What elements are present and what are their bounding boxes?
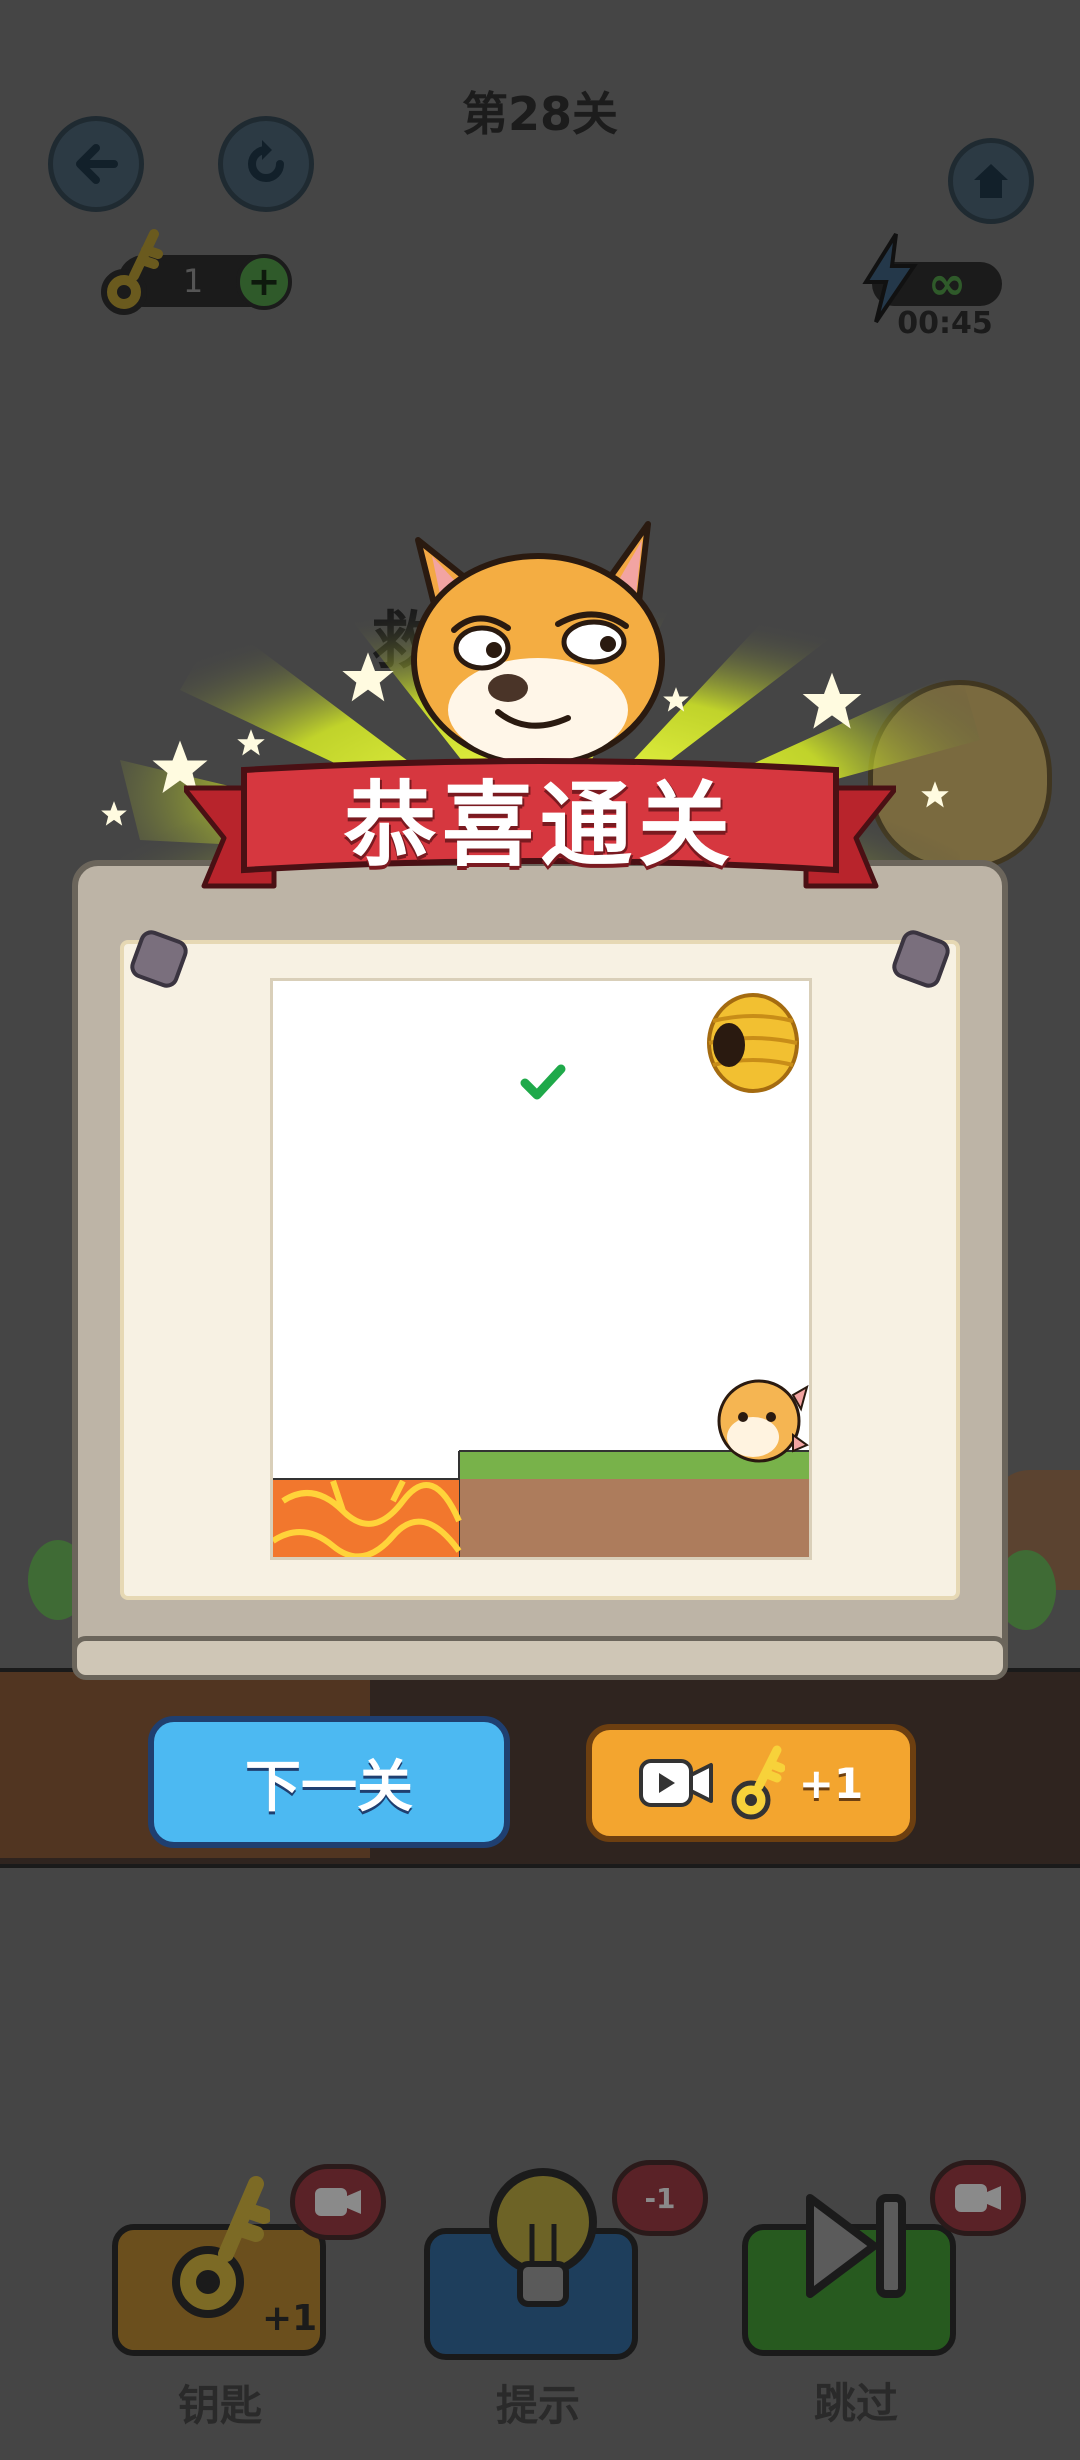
video-icon <box>955 2184 1001 2212</box>
skip-icon <box>806 2194 906 2298</box>
next-level-label: 下一关 <box>245 1754 413 1820</box>
key-tool-label: 钥匙 <box>177 2381 262 2430</box>
shiba-mascot <box>411 521 665 767</box>
star-icon <box>342 652 394 702</box>
level-preview <box>270 978 812 1560</box>
banner-title: 恭喜通关 <box>343 771 736 879</box>
back-arrow-icon <box>76 144 118 184</box>
level-preview-scene <box>273 993 809 1557</box>
dirt-block <box>459 1479 809 1557</box>
video-icon <box>638 1759 713 1807</box>
key-video-badge <box>290 2164 386 2240</box>
plus-icon: + <box>247 259 281 305</box>
beehive <box>707 993 799 1093</box>
reward-label: +1 <box>798 1758 864 1808</box>
star-icon <box>237 729 265 756</box>
hint-cost-badge: -1 <box>612 2160 708 2236</box>
lightbulb-icon <box>489 2168 597 2307</box>
star-icon <box>802 672 862 729</box>
star-icon <box>101 801 127 826</box>
restart-icon <box>248 140 284 182</box>
skip-tool-label: 跳过 <box>813 2379 898 2428</box>
level-title: 第28关 <box>461 87 618 141</box>
timer: 00:45 <box>897 306 993 341</box>
key-count: 1 <box>182 262 204 300</box>
dialog-frame-bottom <box>72 1636 1008 1680</box>
energy-infinite: ∞ <box>927 256 967 310</box>
add-keys-button[interactable]: + <box>236 254 292 310</box>
skip-video-badge <box>930 2160 1026 2236</box>
key-icon <box>101 229 163 315</box>
key-bonus: +1 <box>262 2298 318 2339</box>
back-button[interactable] <box>48 116 144 212</box>
video-icon <box>315 2188 361 2216</box>
key-icon <box>731 1745 785 1820</box>
preview-dog <box>717 1379 809 1463</box>
congrats-banner-text: 恭喜通关 <box>240 762 840 879</box>
home-icon <box>974 164 1008 198</box>
checkmark-icon <box>520 1064 566 1100</box>
star-icon <box>921 781 949 808</box>
hint-tool-label: 提示 <box>495 2381 580 2430</box>
next-level-button[interactable]: 下一关 <box>148 1716 510 1848</box>
restart-button[interactable] <box>218 116 314 212</box>
watch-ad-key-button[interactable]: +1 <box>586 1724 916 1842</box>
hint-cost: -1 <box>644 2181 676 2215</box>
home-button[interactable] <box>948 138 1034 224</box>
key-icon <box>172 2176 270 2318</box>
